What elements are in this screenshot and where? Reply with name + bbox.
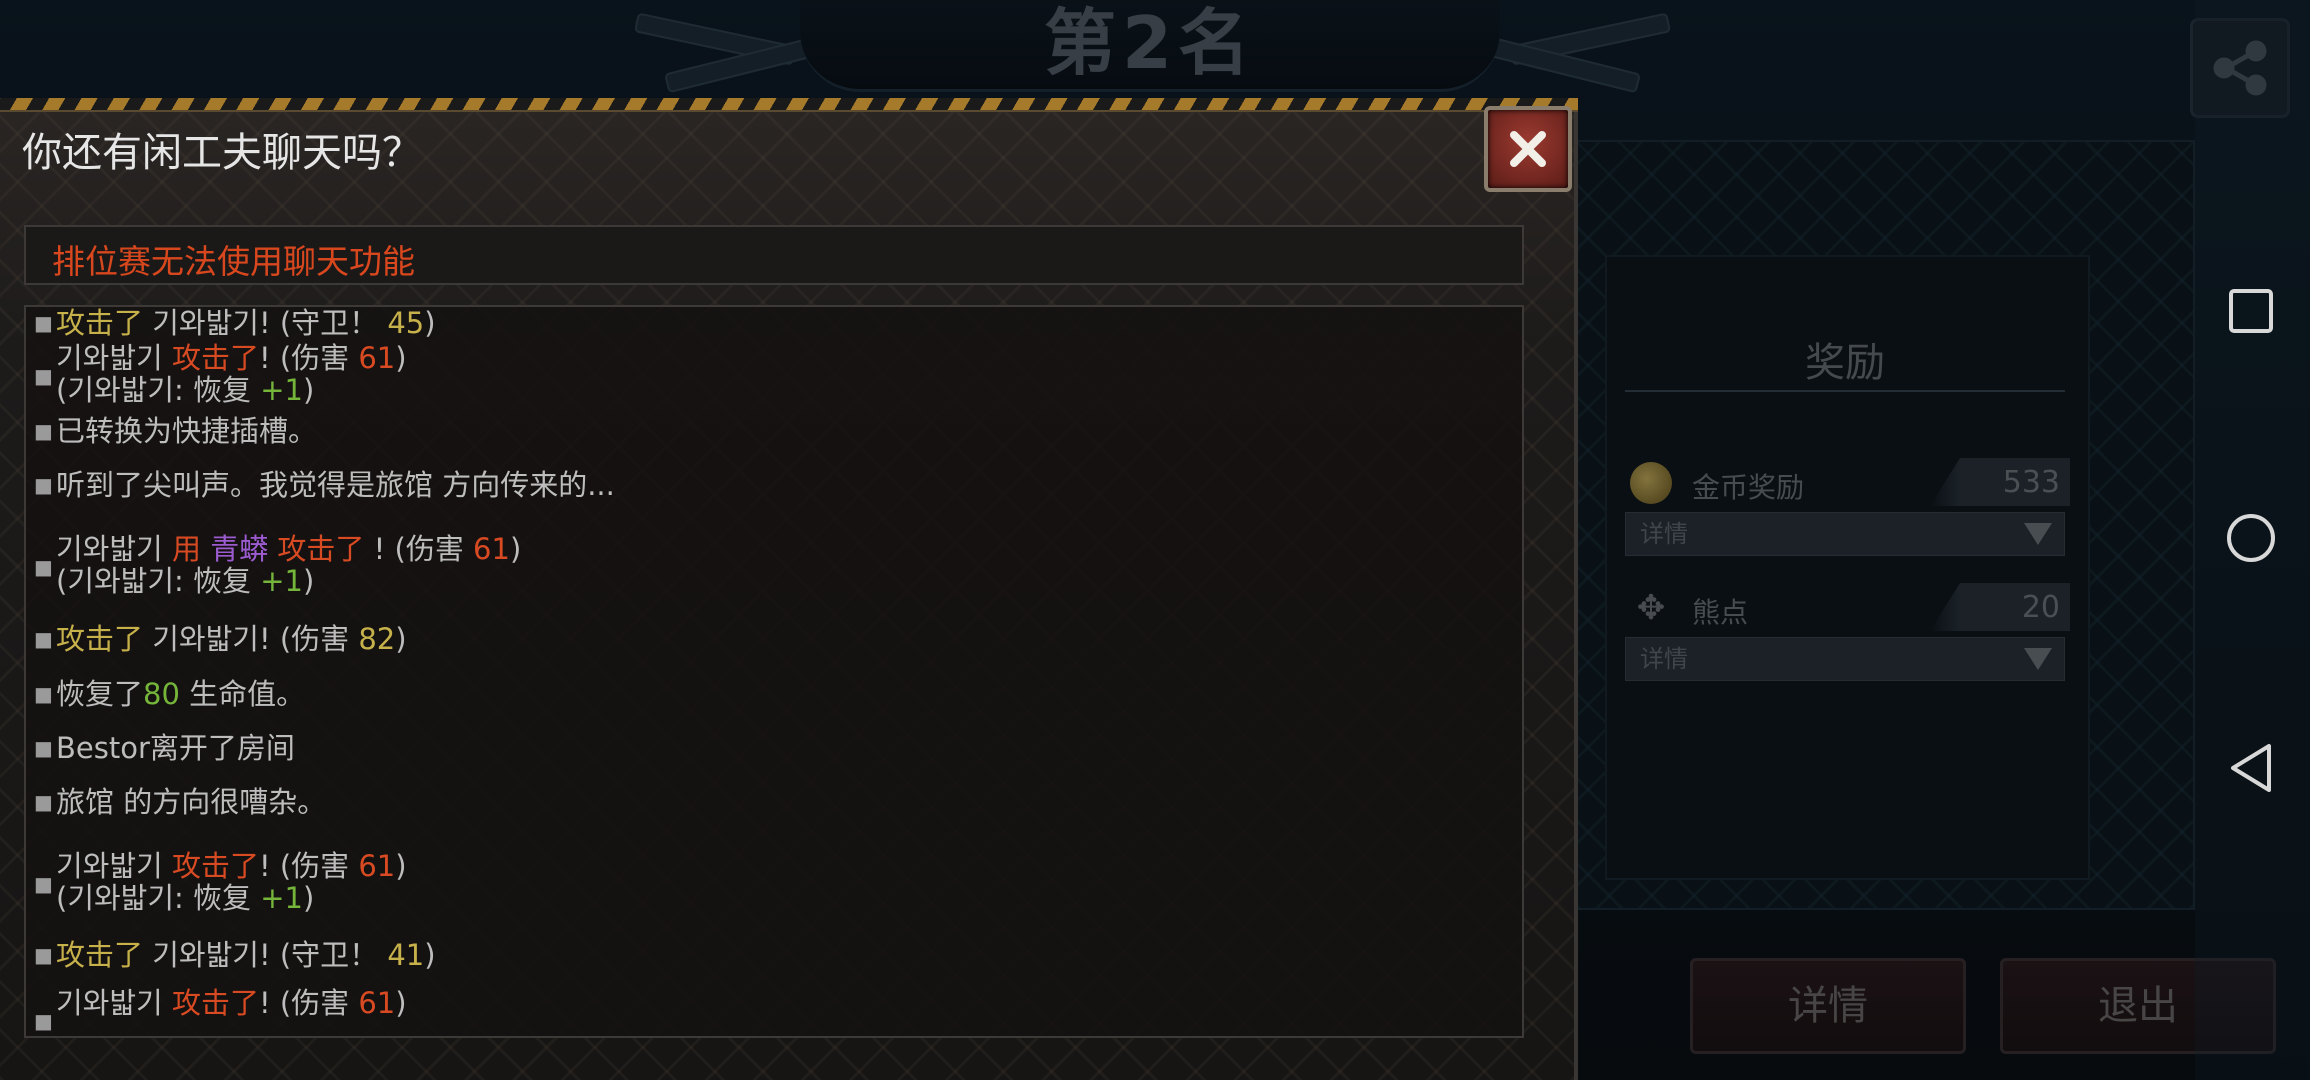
- log-text: ): [395, 849, 407, 883]
- log-text: ): [424, 306, 436, 340]
- log-text: 기와밟기: [152, 306, 259, 340]
- bullet: ■: [34, 311, 53, 335]
- hazard-stripe: [0, 98, 1578, 112]
- close-button[interactable]: [1484, 106, 1572, 192]
- log-text: (기와밟기: 恢复: [56, 373, 252, 407]
- log-text: 61: [358, 341, 396, 375]
- log-line-2: (기와밟기: 恢复 +1): [56, 374, 407, 406]
- log-text: 82: [358, 622, 396, 656]
- log-entry: ■ 기와밟기 用 青蟒 攻击了 ! (伤害 61) (기와밟기: 恢复 +1): [34, 532, 522, 597]
- bullet: ■: [34, 364, 53, 388]
- bullet: ■: [34, 1009, 53, 1033]
- log-text: ! (伤害: [373, 532, 464, 566]
- log-text: (기와밟기: 恢复: [56, 564, 252, 598]
- log-text: 恢复了: [56, 677, 144, 711]
- bullet: ■: [34, 943, 53, 967]
- notice-text: 排位赛无法使用聊天功能: [52, 242, 415, 281]
- log-text: ! (伤害: [258, 622, 350, 656]
- log-text: 攻击了: [277, 532, 365, 566]
- log-entry: ■ Bestor离开了房间: [34, 731, 295, 765]
- close-icon: [1510, 131, 1546, 167]
- log-text: 80: [143, 677, 180, 711]
- log-text: ): [395, 622, 407, 656]
- log-line-2: (기와밟기: 恢复 +1): [56, 565, 521, 597]
- log-entry: ■ 旅馆 的方向很嘈杂。: [34, 785, 327, 819]
- home-icon[interactable]: [2225, 512, 2277, 564]
- log-text: 기와밟기: [56, 986, 163, 1020]
- log-text: +1: [260, 881, 303, 915]
- log-entry: ■ 听到了尖叫声。我觉得是旅馆 方向传来的...: [34, 468, 615, 502]
- chat-disabled-notice: 排位赛无法使用聊天功能: [24, 225, 1524, 285]
- log-entry: ■ 已转换为快捷插槽。: [34, 414, 318, 448]
- log-text: ! (守卫！: [258, 306, 379, 340]
- log-text: 青蟒: [210, 532, 269, 566]
- log-text: 기와밟기: [56, 532, 163, 566]
- log-line-2: (기와밟기: 恢复 +1): [56, 882, 407, 914]
- log-text: +1: [260, 373, 303, 407]
- bullet: ■: [34, 872, 53, 896]
- log-text: 61: [358, 986, 396, 1020]
- log-text: 已转换为快捷插槽。: [56, 414, 318, 448]
- bullet: ■: [34, 790, 53, 814]
- bullet: ■: [34, 682, 53, 706]
- log-text: +1: [260, 564, 303, 598]
- log-text: 41: [387, 938, 425, 972]
- log-text: Bestor离开了房间: [56, 731, 295, 765]
- battle-log[interactable]: ■ 攻击了 기와밟기! (守卫！ 45) ■ 기와밟기 攻击了! (伤害 61)…: [24, 305, 1524, 1038]
- bullet: ■: [34, 555, 53, 579]
- log-text: 攻击了: [56, 938, 144, 972]
- log-text: 攻击了: [56, 306, 144, 340]
- log-entry: ■ 恢复了80 生命值。: [34, 677, 306, 711]
- log-text: 61: [473, 532, 510, 566]
- log-text: 用: [171, 532, 201, 566]
- log-text: ): [509, 532, 522, 566]
- log-text: 기와밟기: [56, 341, 163, 375]
- bullet: ■: [34, 736, 53, 760]
- log-text: 听到了尖叫声。我觉得是旅馆 方向传来的...: [56, 468, 615, 502]
- log-text: ): [303, 881, 315, 915]
- dialog-title: 你还有闲工夫聊天吗？: [22, 130, 422, 176]
- log-text: ! (伤害: [258, 341, 350, 375]
- log-entry: ■ 기와밟기 攻击了! (伤害 61) (기와밟기: 恢复 +1): [34, 849, 407, 914]
- log-entry: ■ 攻击了 기와밟기! (守卫！ 41): [34, 938, 436, 972]
- log-entry: ■ 기와밟기 攻击了! (伤害 61) (기와밟기: 恢复 +1): [34, 341, 407, 406]
- recent-apps-icon[interactable]: [2225, 285, 2277, 337]
- log-text: 攻击了: [171, 849, 259, 883]
- log-text: ! (守卫！: [258, 938, 379, 972]
- log-text: 生命值。: [189, 677, 306, 711]
- log-text: 攻击了: [171, 986, 259, 1020]
- log-entry: ■ 攻击了 기와밟기! (伤害 82): [34, 622, 407, 656]
- log-text: ): [303, 373, 315, 407]
- log-text: ): [395, 341, 407, 375]
- log-text: ): [303, 564, 315, 598]
- log-entry: ■ 攻击了 기와밟기! (守卫！ 45): [34, 306, 436, 340]
- log-text: 61: [358, 849, 396, 883]
- log-text: ! (伤害: [258, 986, 350, 1020]
- log-text: ): [395, 986, 407, 1020]
- log-text: 旅馆 的方向很嘈杂。: [56, 785, 327, 819]
- log-text: 45: [387, 306, 425, 340]
- log-text: 攻击了: [56, 622, 144, 656]
- log-text: ): [424, 938, 436, 972]
- log-text: (기와밟기: 恢复: [56, 881, 252, 915]
- back-icon[interactable]: [2225, 742, 2277, 794]
- log-text: 기와밟기: [152, 938, 259, 972]
- bullet: ■: [34, 419, 53, 443]
- log-text: ! (伤害: [258, 849, 350, 883]
- log-text: 攻击了: [171, 341, 259, 375]
- bullet: ■: [34, 473, 53, 497]
- bullet: ■: [34, 627, 53, 651]
- log-entry: ■ 기와밟기 攻击了! (伤害 61): [34, 986, 407, 1033]
- log-text: 기와밟기: [152, 622, 259, 656]
- log-text: 기와밟기: [56, 849, 163, 883]
